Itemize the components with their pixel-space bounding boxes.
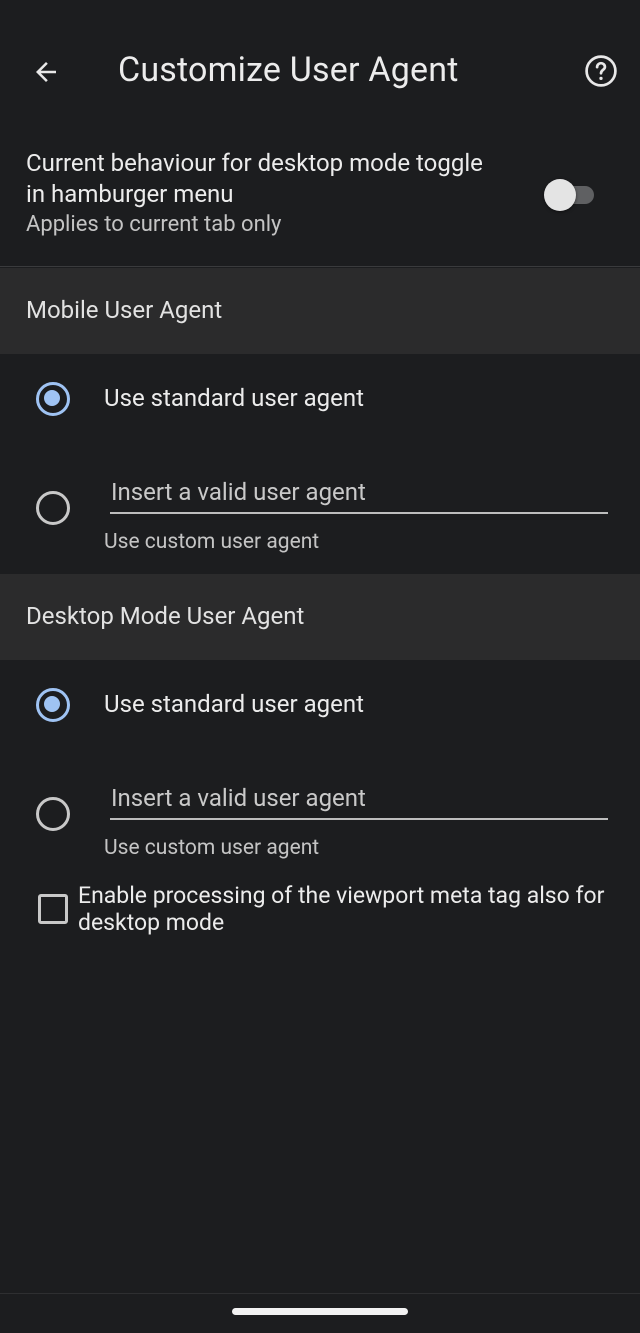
desktop-custom-helper: Use custom user agent xyxy=(104,836,320,860)
viewport-meta-label[interactable]: Enable processing of the viewport meta t… xyxy=(78,882,618,936)
help-button[interactable] xyxy=(582,52,620,90)
desktop-custom-radio[interactable] xyxy=(35,796,70,831)
navigation-bar-divider xyxy=(0,1293,640,1294)
mobile-section-title: Mobile User Agent xyxy=(26,296,223,324)
app-bar: Customize User Agent xyxy=(0,0,640,140)
help-circle-icon xyxy=(585,55,617,87)
behaviour-title: Current behaviour for desktop mode toggl… xyxy=(26,149,483,208)
arrow-back-icon xyxy=(36,62,56,82)
mobile-custom-user-agent-input[interactable] xyxy=(110,472,608,514)
desktop-custom-user-agent-input[interactable] xyxy=(110,778,608,820)
desktop-standard-radio[interactable] xyxy=(35,687,70,722)
desktop-toggle-behaviour-row[interactable]: Current behaviour for desktop mode toggl… xyxy=(0,140,640,266)
desktop-section-title: Desktop Mode User Agent xyxy=(26,602,305,630)
page-title: Customize User Agent xyxy=(118,50,459,90)
gesture-navigation-handle[interactable] xyxy=(232,1308,408,1315)
mobile-section-header: Mobile User Agent xyxy=(0,268,640,354)
desktop-standard-label[interactable]: Use standard user agent xyxy=(104,690,364,718)
mobile-custom-helper: Use custom user agent xyxy=(104,530,320,554)
back-button[interactable] xyxy=(26,52,66,92)
behaviour-toggle-switch[interactable] xyxy=(544,176,596,211)
viewport-meta-checkbox[interactable] xyxy=(38,894,68,924)
divider xyxy=(0,266,640,267)
mobile-standard-label[interactable]: Use standard user agent xyxy=(104,384,364,412)
desktop-section-header: Desktop Mode User Agent xyxy=(0,574,640,660)
mobile-standard-radio[interactable] xyxy=(35,381,70,416)
mobile-custom-radio[interactable] xyxy=(35,490,70,525)
behaviour-subtitle: Applies to current tab only xyxy=(26,212,282,237)
switch-thumb xyxy=(544,179,576,211)
